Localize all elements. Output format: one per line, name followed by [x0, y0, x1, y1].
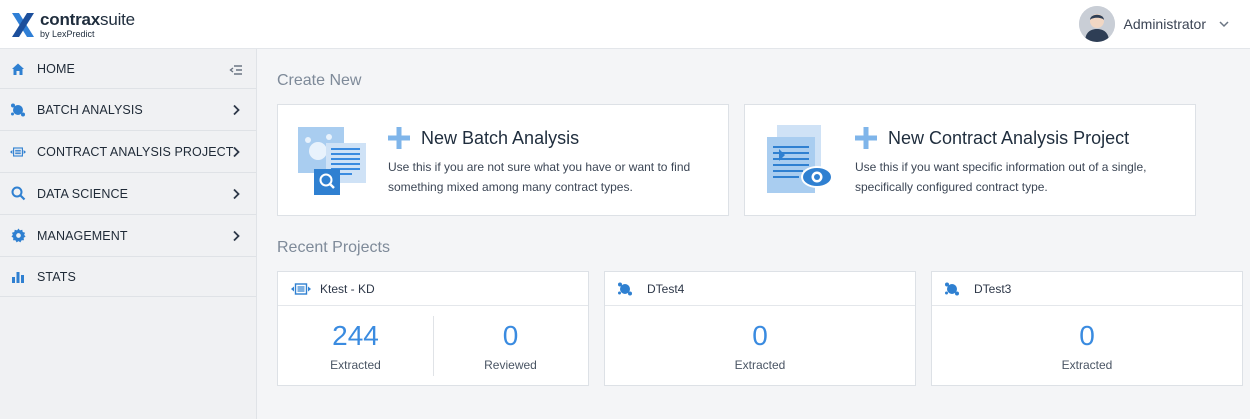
contraxsuite-logo-icon — [12, 13, 34, 37]
batch-analysis-illustration-icon — [298, 127, 366, 195]
new-batch-analysis-card[interactable]: New Batch Analysis Use this if you are n… — [277, 104, 729, 216]
create-new-title: Create New — [277, 72, 362, 89]
contract-analysis-illustration-icon — [767, 125, 833, 193]
new-batch-analysis-description: Use this if you are not sure what you ha… — [388, 160, 691, 194]
sidebar-item-management[interactable]: MANAGEMENT — [0, 215, 256, 257]
stat-label: Extracted — [734, 358, 786, 372]
project-name[interactable]: Ktest - KD — [320, 282, 375, 296]
stat-reviewed[interactable]: 0 Reviewed — [433, 306, 588, 386]
logo-byline: by LexPredict — [40, 29, 95, 39]
top-header: contraxsuite by LexPredict Administrator — [0, 0, 1250, 49]
project-card-header[interactable]: DTest4 — [605, 272, 915, 306]
new-batch-analysis-label: New Batch Analysis — [421, 127, 580, 148]
stat-label: Extracted — [1061, 358, 1113, 372]
user-name: Administrator — [1123, 16, 1206, 32]
search-icon — [10, 186, 26, 202]
sidebar-item-data-science[interactable]: DATA SCIENCE — [0, 173, 256, 215]
new-contract-analysis-project-label: New Contract Analysis Project — [888, 127, 1130, 148]
batch-analysis-icon — [617, 282, 639, 296]
user-avatar-icon — [1078, 6, 1115, 42]
project-card-dtest3[interactable]: DTest3 0 Extracted — [931, 271, 1243, 386]
sidebar-item-stats[interactable]: STATS — [0, 257, 256, 297]
new-contract-analysis-project-title[interactable]: New Contract Analysis Project — [855, 127, 1129, 149]
main-content: Create New New Batch Analysis Use this i… — [257, 49, 1250, 419]
stat-extracted[interactable]: 244 Extracted — [278, 306, 433, 386]
batch-analysis-icon — [10, 102, 26, 118]
collapse-sidebar-icon[interactable] — [229, 63, 243, 77]
sidebar: HOME BATCH ANALYSIS CONTRACT ANALYSIS PR… — [0, 49, 257, 419]
chevron-down-icon[interactable] — [1218, 18, 1230, 30]
chevron-right-icon — [233, 188, 240, 200]
user-menu[interactable]: Administrator — [1078, 6, 1230, 42]
avatar — [1078, 6, 1115, 42]
logo-name: contraxsuite — [40, 10, 135, 29]
chevron-right-icon — [233, 104, 240, 116]
project-card-dtest4[interactable]: DTest4 0 Extracted — [604, 271, 916, 386]
new-contract-analysis-project-description: Use this if you want specific informatio… — [855, 160, 1147, 194]
stat-value: 244 — [332, 320, 379, 351]
contract-analysis-icon — [10, 144, 26, 160]
plus-icon — [855, 127, 877, 149]
project-card-header[interactable]: DTest3 — [932, 272, 1242, 306]
contract-analysis-icon — [290, 282, 312, 296]
stat-extracted[interactable]: 0 Extracted — [932, 306, 1242, 386]
stat-value: 0 — [502, 320, 519, 351]
new-contract-analysis-project-card[interactable]: New Contract Analysis Project Use this i… — [744, 104, 1196, 216]
recent-projects-title: Recent Projects — [277, 239, 390, 256]
stat-label: Extracted — [330, 358, 381, 372]
chevron-right-icon — [233, 230, 240, 242]
app-logo[interactable]: contraxsuite by LexPredict — [10, 10, 135, 40]
bar-chart-icon — [10, 269, 26, 285]
stat-value: 0 — [1079, 320, 1095, 351]
sidebar-item-batch-analysis[interactable]: BATCH ANALYSIS — [0, 89, 256, 131]
batch-analysis-icon — [944, 282, 966, 296]
home-icon — [10, 61, 26, 77]
stat-extracted[interactable]: 0 Extracted — [605, 306, 915, 386]
project-card-ktest-kd[interactable]: Ktest - KD 244 Extracted 0 Reviewed — [277, 271, 589, 386]
sidebar-item-contract-analysis-project[interactable]: CONTRACT ANALYSIS PROJECT — [0, 131, 256, 173]
project-card-header[interactable]: Ktest - KD — [278, 272, 588, 306]
chevron-right-icon — [233, 146, 240, 158]
sidebar-item-home[interactable]: HOME — [0, 49, 256, 89]
project-name[interactable]: DTest3 — [974, 282, 1011, 296]
gear-icon — [10, 228, 26, 244]
stat-value: 0 — [752, 320, 768, 351]
plus-icon — [388, 127, 410, 149]
new-batch-analysis-title[interactable]: New Batch Analysis — [388, 127, 579, 149]
project-name[interactable]: DTest4 — [647, 282, 684, 296]
stat-label: Reviewed — [484, 358, 537, 372]
